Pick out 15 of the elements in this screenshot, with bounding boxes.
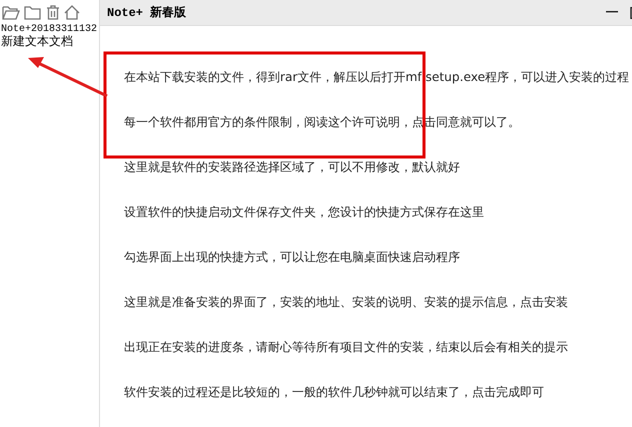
window-title: Note+ 新春版	[107, 4, 188, 21]
note-list-item[interactable]: Note+20183311132	[0, 24, 99, 36]
paragraph: 设置软件的快捷启动文件保存文件夹，您设计的快捷方式保存在这里	[124, 205, 485, 220]
note-list-item[interactable]: 新建文本文档	[0, 36, 99, 49]
paragraph: 这里就是准备安装的界面了，安装的地址、安装的说明、安装的提示信息，点击安装	[124, 295, 569, 310]
home-icon[interactable]	[64, 4, 80, 20]
paragraph: 出现正在安装的进度条，请耐心等待所有项目文件的安装，结束以后会有相关的提示	[124, 340, 569, 355]
new-folder-icon[interactable]	[24, 4, 42, 20]
paragraph: 这里就是软件的安装路径选择区域了，可以不用修改，默认就好	[124, 160, 461, 175]
paragraph: 勾选界面上出现的快捷方式，可以让您在电脑桌面快速启动程序	[124, 250, 461, 265]
trash-icon[interactable]	[46, 4, 60, 20]
paragraph: 在本站下载安装的文件，得到rar文件，解压以后打开mf setup.exe程序，可以进入安装的过程	[124, 70, 630, 85]
open-folder-icon[interactable]	[2, 4, 20, 20]
minimize-icon[interactable]	[606, 11, 618, 14]
paragraph: 软件安装的过程还是比较短的，一般的软件几秒钟就可以结束了，点击完成即可	[124, 385, 545, 400]
